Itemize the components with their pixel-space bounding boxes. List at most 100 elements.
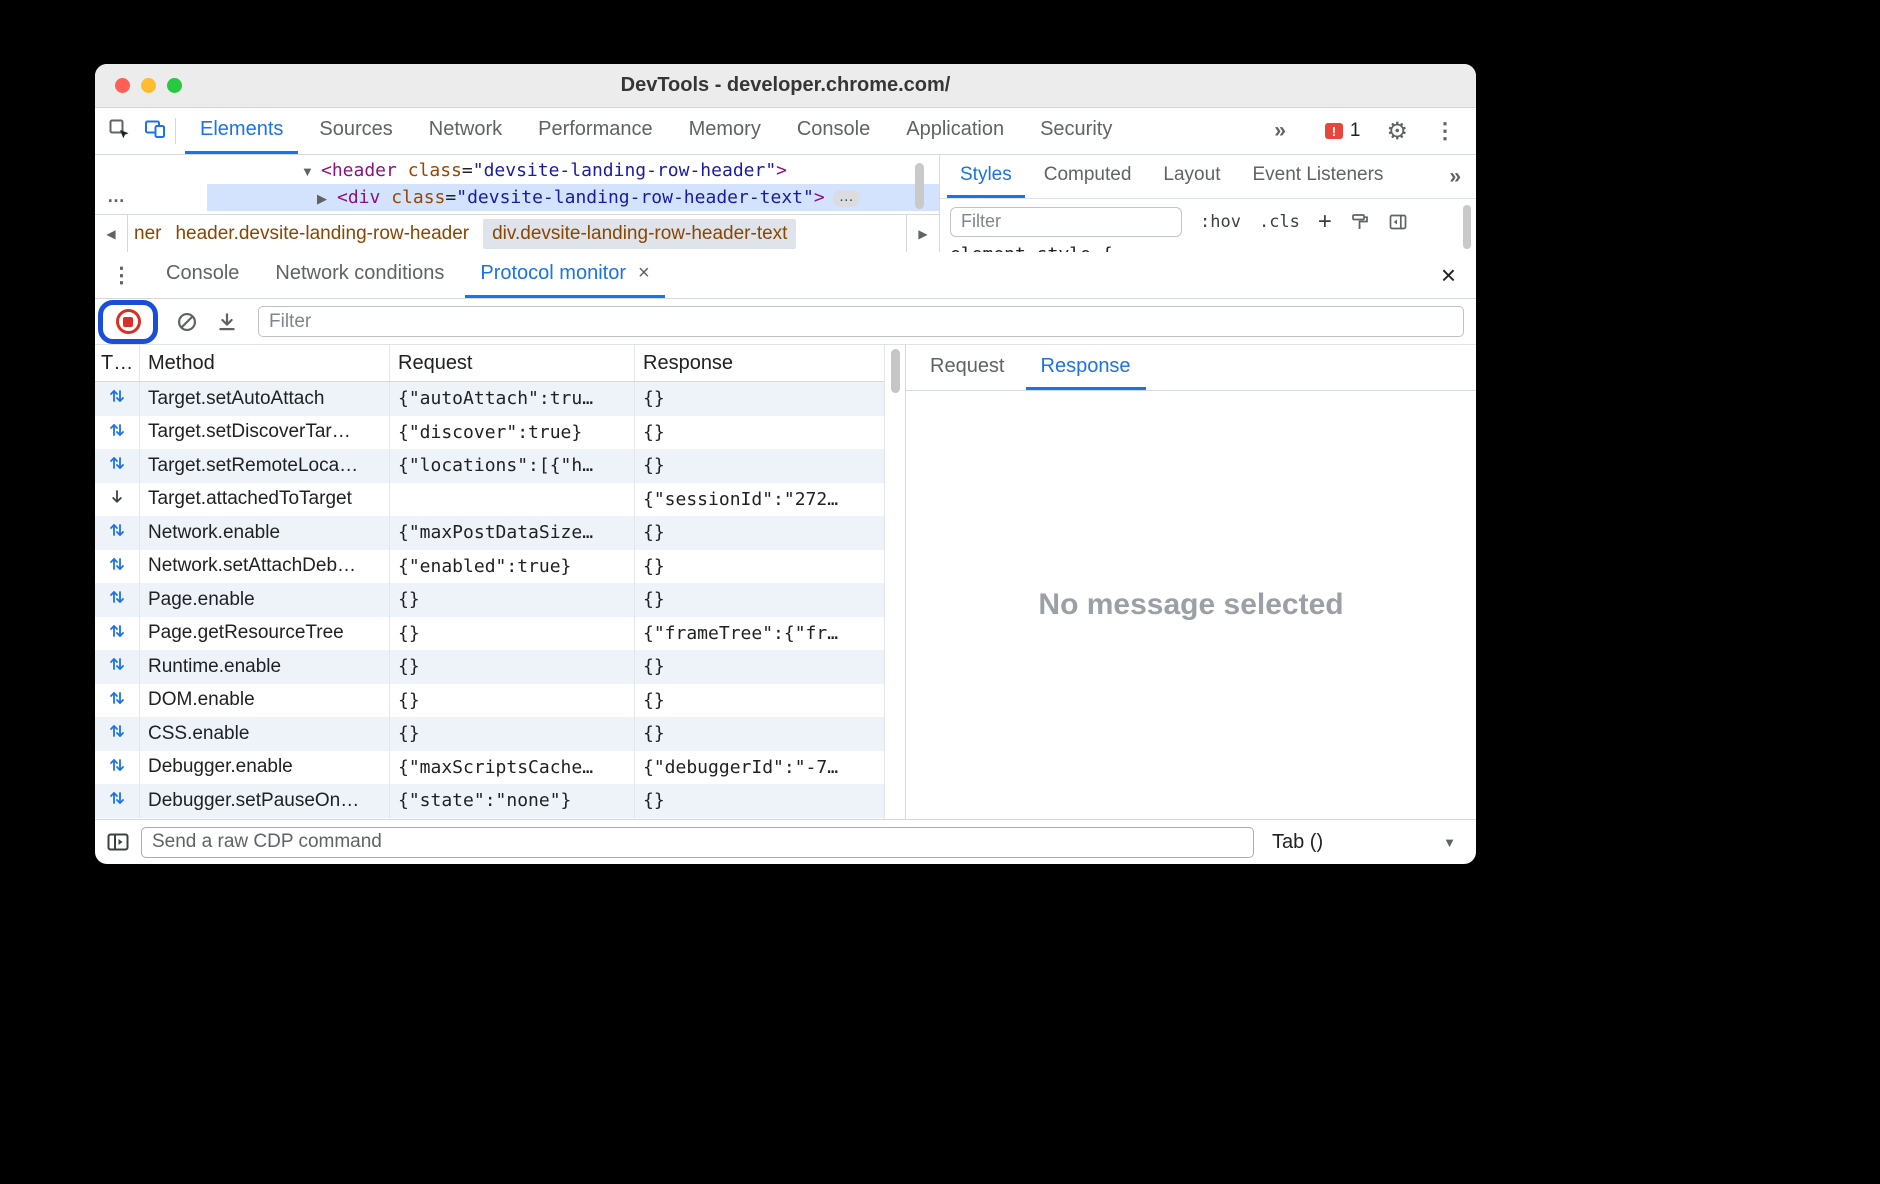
tab-event-listeners[interactable]: Event Listeners [1239, 155, 1396, 198]
settings-gear-icon[interactable]: ⚙ [1386, 117, 1408, 146]
table-row[interactable]: Target.setDiscoverTar… {"discover":true}… [95, 416, 884, 450]
tab-console[interactable]: Console [782, 108, 885, 154]
styles-filter-input[interactable] [950, 207, 1182, 237]
close-window-button[interactable] [115, 78, 130, 93]
code-eq: = [462, 160, 473, 181]
method-cell: DOM.enable [140, 684, 390, 718]
request-cell: {"state":"none"} [390, 784, 635, 818]
overflow-menu-icon[interactable]: ⋮ [1434, 118, 1456, 144]
devtools-main-toolbar: Elements Sources Network Performance Mem… [95, 108, 1476, 155]
annotation-highlight [98, 300, 158, 344]
tab-layout[interactable]: Layout [1150, 155, 1233, 198]
method-cell: Page.enable [140, 583, 390, 617]
table-row[interactable]: Debugger.setPauseOn… {"state":"none"} {} [95, 784, 884, 818]
toggle-sidebar-icon[interactable] [107, 833, 129, 851]
tab-network[interactable]: Network [414, 108, 517, 154]
new-style-rule-button[interactable]: + [1318, 212, 1332, 232]
paint-roller-icon[interactable] [1350, 212, 1370, 232]
tab-protocol-monitor[interactable]: Protocol monitor× [465, 252, 664, 298]
device-toolbar-icon[interactable] [143, 117, 167, 146]
method-cell: Debugger.setPauseOn… [140, 784, 390, 818]
request-cell: {"autoAttach":tru… [390, 382, 635, 416]
column-header-response[interactable]: Response [635, 345, 884, 381]
table-row[interactable]: Network.enable {"maxPostDataSize… {} [95, 516, 884, 550]
minimize-window-button[interactable] [141, 78, 156, 93]
breadcrumb-item-header[interactable]: header.devsite-landing-row-header [175, 223, 469, 245]
more-tabs-icon[interactable]: » [1449, 155, 1476, 198]
table-row[interactable]: Page.getResourceTree {} {"frameTree":{"f… [95, 617, 884, 651]
zoom-window-button[interactable] [167, 78, 182, 93]
tab-computed[interactable]: Computed [1031, 155, 1145, 198]
breadcrumb-back-icon[interactable]: ◀ [95, 215, 128, 252]
close-tab-icon[interactable]: × [638, 262, 650, 285]
both-arrows-icon [108, 722, 126, 745]
down-arrow-icon [108, 488, 126, 511]
response-cell: {} [635, 684, 884, 718]
download-icon[interactable] [216, 311, 238, 333]
column-header-method[interactable]: Method [140, 345, 390, 381]
table-row[interactable]: Runtime.enable {} {} [95, 650, 884, 684]
issues-badge[interactable]: ! 1 [1325, 120, 1361, 142]
scrollbar-thumb[interactable] [891, 349, 900, 393]
type-icon-cell [95, 617, 140, 651]
tab-console-drawer[interactable]: Console [151, 252, 254, 298]
twisty-collapsed-icon[interactable]: ▶ [317, 185, 337, 212]
both-arrows-icon [108, 521, 126, 544]
tab-memory[interactable]: Memory [674, 108, 776, 154]
record-button[interactable] [116, 309, 141, 334]
toggle-element-state-button[interactable]: :hov [1200, 212, 1241, 232]
table-row[interactable]: CSS.enable {} {} [95, 717, 884, 751]
window-titlebar: DevTools - developer.chrome.com/ [95, 64, 1476, 108]
tab-response-detail[interactable]: Response [1026, 345, 1146, 390]
tab-sources[interactable]: Sources [304, 108, 407, 154]
clear-icon[interactable] [176, 311, 198, 333]
table-row[interactable]: Page.enable {} {} [95, 583, 884, 617]
clipped-style-rule: element.style { [940, 244, 1476, 252]
response-cell: {} [635, 382, 884, 416]
column-header-type[interactable]: T… [95, 345, 140, 381]
dom-node-closing[interactable]: </div> == $0 [95, 211, 939, 214]
close-drawer-icon[interactable]: × [1421, 252, 1476, 298]
dom-node-header[interactable]: ▼<header class="devsite-landing-row-head… [95, 157, 939, 184]
breadcrumb-item-div-selected[interactable]: div.devsite-landing-row-header-text [483, 219, 796, 249]
method-cell: Target.attachedToTarget [140, 483, 390, 517]
breadcrumb-forward-icon[interactable]: ▶ [906, 215, 939, 252]
protocol-message-table: T… Method Request Response Target.setAut… [95, 345, 885, 819]
type-icon-cell [95, 784, 140, 818]
column-header-request[interactable]: Request [390, 345, 635, 381]
table-row[interactable]: Target.setAutoAttach {"autoAttach":tru… … [95, 382, 884, 416]
response-cell: {} [635, 784, 884, 818]
selected-dom-node[interactable]: ▶<div class="devsite-landing-row-header-… [95, 184, 939, 211]
tab-performance[interactable]: Performance [523, 108, 668, 154]
tab-application[interactable]: Application [891, 108, 1019, 154]
protocol-filter-input[interactable] [258, 306, 1464, 337]
drawer-overflow-menu-icon[interactable]: ⋮ [95, 252, 148, 298]
tab-request-detail[interactable]: Request [915, 345, 1020, 390]
tab-network-conditions[interactable]: Network conditions [260, 252, 459, 298]
table-row[interactable]: Debugger.enable {"maxScriptsCache… {"deb… [95, 751, 884, 785]
breadcrumb-item-clipped[interactable]: ner [134, 223, 161, 245]
table-row[interactable]: Target.attachedToTarget {"sessionId":"27… [95, 483, 884, 517]
request-cell: {"maxScriptsCache… [390, 751, 635, 785]
tab-security[interactable]: Security [1025, 108, 1127, 154]
target-selector-dropdown[interactable]: Tab () ▼ [1254, 831, 1464, 854]
table-row[interactable]: DOM.enable {} {} [95, 684, 884, 718]
collapsed-children-ellipsis-icon[interactable]: … [833, 190, 860, 207]
tab-elements[interactable]: Elements [185, 108, 298, 154]
method-cell: Target.setDiscoverTar… [140, 416, 390, 450]
detail-empty-state: No message selected [906, 391, 1476, 819]
request-cell: {"locations":[{"h… [390, 449, 635, 483]
sidebar-toggle-icon[interactable] [1388, 212, 1408, 232]
element-classes-button[interactable]: .cls [1259, 212, 1300, 232]
method-cell: Target.setRemoteLoca… [140, 449, 390, 483]
scrollbar-thumb[interactable] [915, 163, 924, 209]
inspect-icon[interactable] [107, 117, 131, 146]
table-row[interactable]: Target.setRemoteLoca… {"locations":[{"h…… [95, 449, 884, 483]
twisty-expanded-icon[interactable]: ▼ [301, 158, 321, 185]
tab-styles[interactable]: Styles [947, 155, 1025, 198]
more-tabs-icon[interactable]: » [1274, 119, 1285, 143]
scrollbar-thumb[interactable] [1463, 205, 1471, 249]
table-row[interactable]: Network.setAttachDeb… {"enabled":true} {… [95, 550, 884, 584]
cdp-command-input[interactable] [141, 827, 1254, 858]
code-tag: > [814, 187, 825, 208]
